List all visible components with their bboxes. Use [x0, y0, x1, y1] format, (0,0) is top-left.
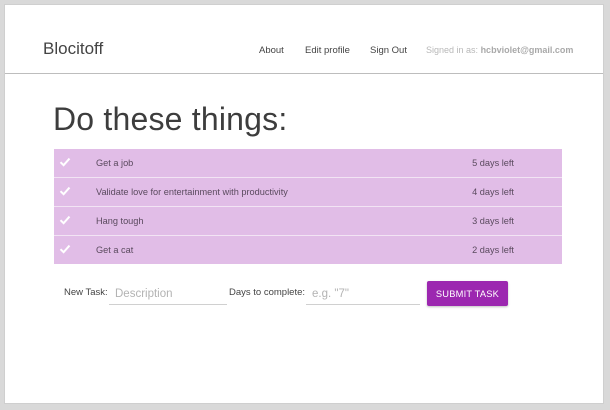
task-description: Get a job: [96, 158, 134, 168]
task-row: Get a cat 2 days left: [54, 236, 562, 264]
submit-task-button[interactable]: SUBMIT TASK: [427, 281, 508, 306]
days-to-complete-input[interactable]: [306, 283, 420, 305]
check-icon[interactable]: [59, 243, 71, 255]
new-task-label: New Task:: [64, 287, 108, 298]
signed-in-status: Signed in as: hcbviolet@gmail.com: [426, 45, 573, 55]
nav-link-sign-out[interactable]: Sign Out: [370, 45, 407, 56]
task-row: Get a job 5 days left: [54, 149, 562, 178]
check-icon[interactable]: [59, 185, 71, 197]
days-to-complete-label: Days to complete:: [229, 287, 306, 298]
nav-link-about[interactable]: About: [259, 45, 284, 56]
brand-logo[interactable]: Blocitoff: [43, 39, 103, 59]
nav-link-edit-profile[interactable]: Edit profile: [305, 45, 350, 56]
navbar: Blocitoff About Edit profile Sign Out Si…: [5, 5, 603, 74]
task-description-input[interactable]: [109, 283, 227, 305]
task-description: Hang tough: [96, 216, 144, 226]
task-row: Hang tough 3 days left: [54, 207, 562, 236]
task-days-left: 3 days left: [472, 216, 514, 226]
task-days-left: 4 days left: [472, 187, 514, 197]
task-description: Validate love for entertainment with pro…: [96, 187, 288, 197]
page-title: Do these things:: [53, 101, 288, 137]
check-icon[interactable]: [59, 214, 71, 226]
task-list: Get a job 5 days left Validate love for …: [54, 149, 562, 264]
app-window: Blocitoff About Edit profile Sign Out Si…: [4, 4, 604, 404]
signed-in-label: Signed in as:: [426, 45, 479, 55]
check-icon[interactable]: [59, 156, 71, 168]
task-row: Validate love for entertainment with pro…: [54, 178, 562, 207]
task-days-left: 5 days left: [472, 158, 514, 168]
task-days-left: 2 days left: [472, 245, 514, 255]
task-description: Get a cat: [96, 245, 134, 255]
signed-in-email: hcbviolet@gmail.com: [480, 45, 574, 55]
